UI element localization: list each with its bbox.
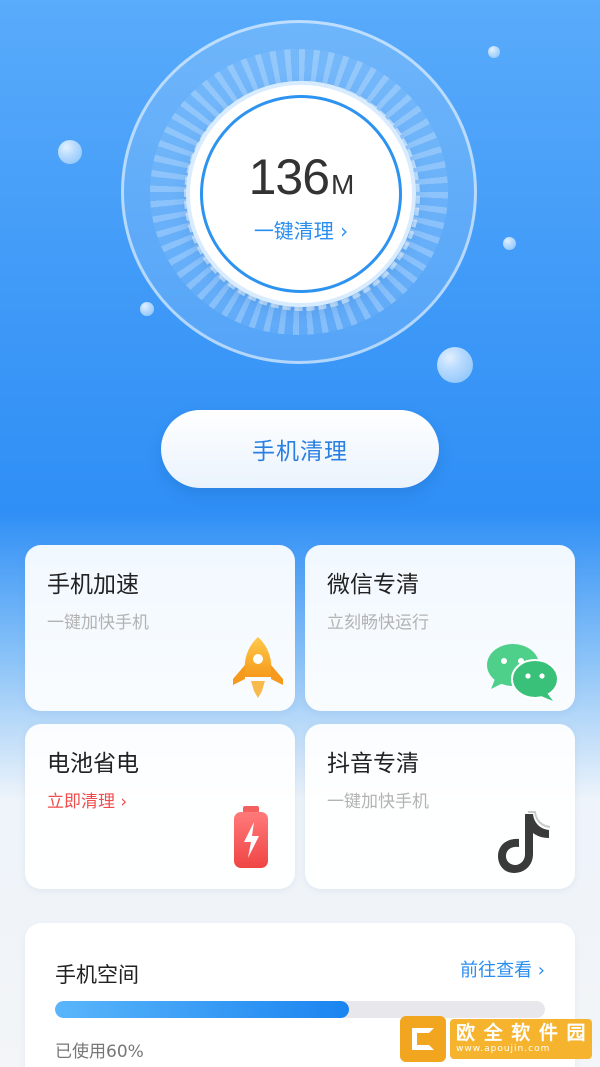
watermark-main: 欧 全 软 件 园	[456, 1022, 587, 1044]
junk-size: 136M	[190, 148, 412, 206]
card-phone-speedup[interactable]: 手机加速 一键加快手机	[25, 545, 295, 711]
watermark: 欧 全 软 件 园 www.apoujin.com	[400, 1016, 596, 1062]
wechat-icon	[487, 644, 559, 701]
card-subtitle: 一键加快手机	[327, 792, 429, 812]
gauge-center[interactable]: 136M 一键清理 ›	[190, 85, 412, 303]
watermark-logo-icon	[400, 1016, 446, 1062]
junk-size-value: 136	[248, 149, 330, 205]
bubble-decoration	[58, 140, 82, 164]
tiktok-icon	[498, 811, 551, 873]
card-subtitle: 一键加快手机	[47, 613, 149, 633]
storage-used-label: 已使用60%	[55, 1042, 144, 1062]
card-douyin-clean[interactable]: 抖音专清 一键加快手机	[305, 724, 575, 889]
view-storage-link[interactable]: 前往查看 ›	[460, 956, 545, 982]
clean-now-link[interactable]: 立即清理 ›	[47, 787, 127, 812]
storage-progress-fill	[55, 1001, 349, 1018]
rocket-icon	[233, 637, 283, 698]
card-title: 电池省电	[47, 751, 139, 777]
card-title: 抖音专清	[327, 751, 419, 777]
card-title: 微信专清	[327, 572, 419, 598]
bubble-decoration	[488, 46, 500, 58]
storage-title: 手机空间	[55, 963, 139, 987]
bubble-decoration	[140, 302, 154, 316]
phone-clean-button[interactable]: 手机清理	[161, 410, 439, 488]
junk-size-unit: M	[331, 169, 354, 200]
card-wechat-clean[interactable]: 微信专清 立刻畅快运行	[305, 545, 575, 711]
card-title: 手机加速	[47, 572, 139, 598]
bubble-decoration	[503, 237, 516, 250]
one-key-clean-link[interactable]: 一键清理 ›	[190, 215, 412, 244]
watermark-sub: www.apoujin.com	[456, 1044, 551, 1054]
card-subtitle: 立刻畅快运行	[327, 613, 429, 633]
watermark-text: 欧 全 软 件 园 www.apoujin.com	[450, 1019, 593, 1059]
battery-icon	[234, 806, 268, 868]
card-battery-saver[interactable]: 电池省电 立即清理 ›	[25, 724, 295, 889]
bubble-decoration	[437, 347, 473, 383]
junk-gauge: 136M 一键清理 ›	[121, 20, 477, 364]
